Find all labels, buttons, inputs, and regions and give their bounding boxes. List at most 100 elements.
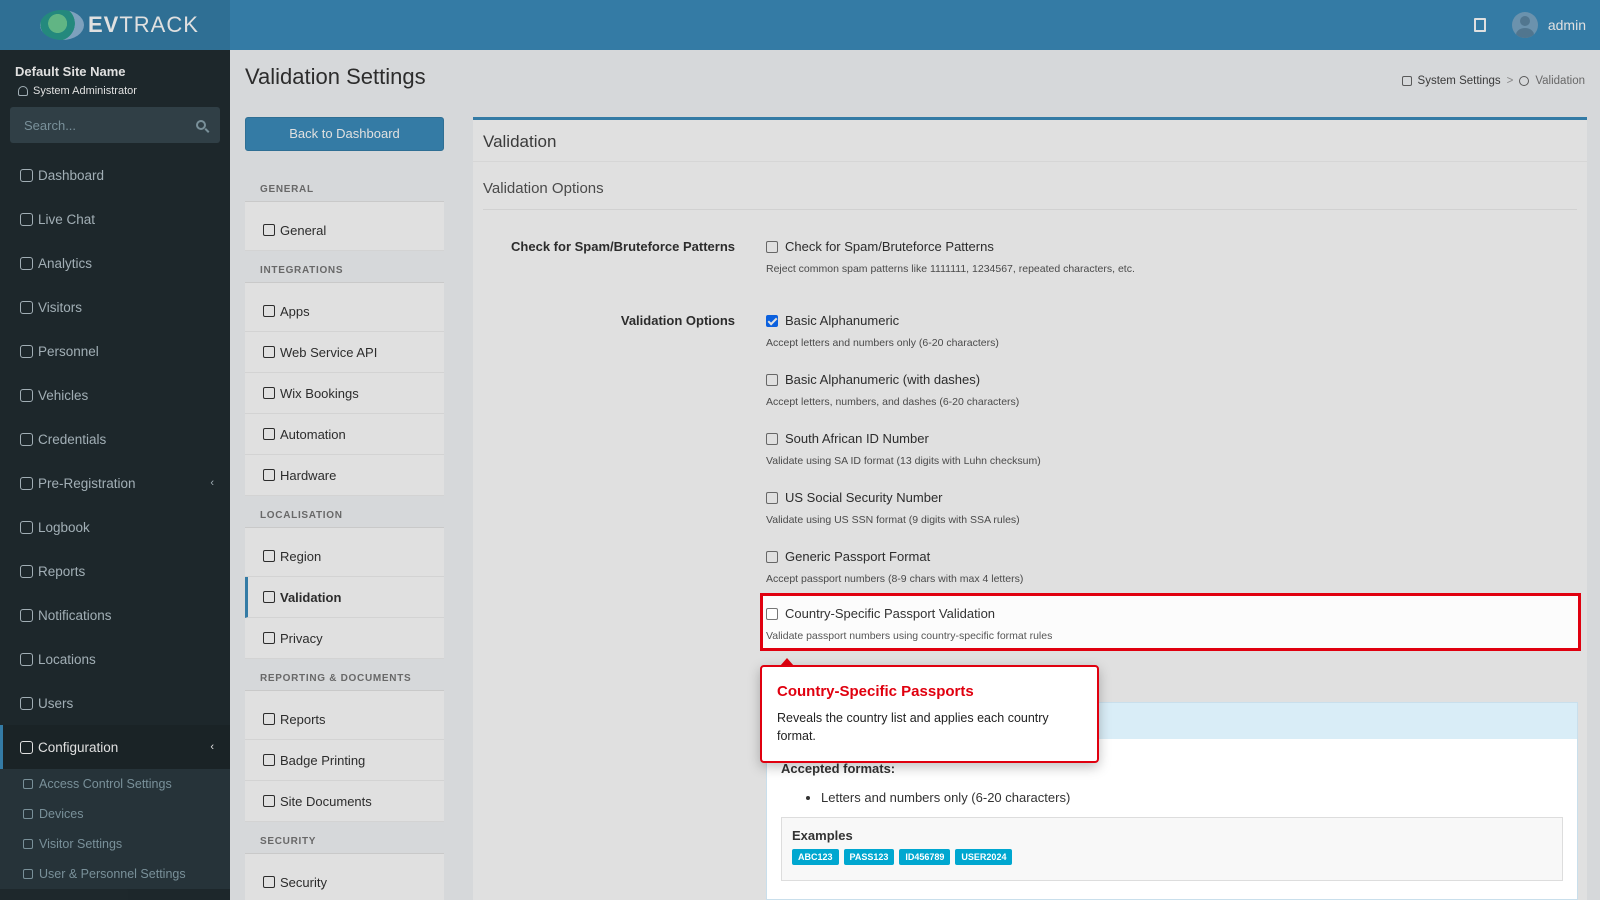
option-help: Validate using US SSN format (9 digits w… [766, 514, 1020, 526]
menu-item-region[interactable]: Region [245, 536, 444, 577]
sidebar-item-visitors[interactable]: Visitors [0, 285, 230, 329]
box-title: Validation [473, 120, 1587, 162]
option-label[interactable]: Basic Alphanumeric (with dashes) [785, 372, 980, 387]
spam-option-label[interactable]: Check for Spam/Bruteforce Patterns [785, 239, 994, 254]
menu-item-reports[interactable]: Reports [245, 699, 444, 740]
sidebar-item-reports[interactable]: Reports [0, 549, 230, 593]
menu-item-badge-printing[interactable]: Badge Printing [245, 740, 444, 781]
menu-item-security[interactable]: Security [245, 862, 444, 900]
sidebar-item-credentials[interactable]: Credentials [0, 417, 230, 461]
menu-item-general[interactable]: General [245, 210, 444, 251]
menu-header-localisation: LOCALISATION [245, 496, 444, 528]
users-icon [20, 696, 33, 710]
id-card-icon [20, 432, 33, 446]
us-ssn-checkbox[interactable] [766, 491, 778, 504]
sidebar-subitem-access-control[interactable]: Access Control Settings [0, 769, 230, 799]
dashboard-icon [20, 168, 33, 182]
sidebar-item-live-chat[interactable]: Live Chat [0, 197, 230, 241]
menu-header-integrations: INTEGRATIONS [245, 251, 444, 283]
sidebar-item-locations[interactable]: Locations [0, 637, 230, 681]
search-icon[interactable] [196, 120, 206, 130]
option-help: Accept letters and numbers only (6-20 ch… [766, 337, 999, 349]
brand-name: EVTRACK [88, 12, 199, 37]
option-alphanumeric-dashes: Basic Alphanumeric (with dashes) Accept … [766, 372, 1566, 408]
menu-item-apps[interactable]: Apps [245, 291, 444, 332]
box-subtitle: Validation Options [483, 162, 1577, 210]
generic-passport-checkbox[interactable] [766, 550, 778, 563]
breadcrumb-system-settings[interactable]: System Settings [1418, 75, 1501, 87]
tour-highlight-country-passport: Country-Specific Passport Validation Val… [760, 593, 1581, 651]
accepted-formats-title: Accepted formats: [781, 761, 896, 776]
sidebar-item-pre-registration[interactable]: Pre-Registration ‹ [0, 461, 230, 505]
sidebar-subitem-visitor-settings[interactable]: Visitor Settings [0, 829, 230, 859]
menu-item-automation[interactable]: Automation [245, 414, 444, 455]
menu-item-validation[interactable]: Validation [245, 577, 444, 618]
file-icon [263, 795, 275, 807]
search-input[interactable] [24, 117, 174, 133]
analytics-icon [20, 256, 33, 270]
chart-icon [20, 564, 33, 578]
user-tie-icon [20, 344, 33, 358]
back-to-dashboard-button[interactable]: Back to Dashboard [245, 117, 444, 151]
alphanumeric-dashes-checkbox[interactable] [766, 373, 778, 386]
basic-alphanumeric-checkbox[interactable] [766, 314, 778, 327]
option-label[interactable]: Generic Passport Format [785, 549, 930, 564]
list-icon [263, 224, 275, 236]
brand-logo-area[interactable]: EVTRACK [0, 0, 230, 50]
eye-icon [20, 300, 33, 314]
user-role: System Administrator [0, 79, 230, 97]
menu-item-web-service-api[interactable]: Web Service API [245, 332, 444, 373]
menu-item-hardware[interactable]: Hardware [245, 455, 444, 496]
spam-checkbox[interactable] [766, 240, 778, 253]
breadcrumb: System Settings > Validation [1401, 75, 1585, 87]
sidebar-subitem-user-personnel[interactable]: User & Personnel Settings [0, 859, 230, 889]
example-tag: ID456789 [899, 849, 951, 865]
menu-header-general: GENERAL [245, 170, 444, 202]
sidebar-search [10, 107, 220, 143]
printer-icon [263, 754, 275, 766]
menu-item-privacy[interactable]: Privacy [245, 618, 444, 659]
option-sa-id: South African ID Number Validate using S… [766, 431, 1566, 467]
sidebar: Default Site Name System Administrator D… [0, 50, 230, 900]
validation-options-label: Validation Options [620, 313, 735, 328]
sidebar-item-users[interactable]: Users [0, 681, 230, 725]
examples-box: Examples ABC123 PASS123 ID456789 USER202… [781, 817, 1563, 881]
menu-header-security: SECURITY [245, 822, 444, 854]
sidebar-item-logbook[interactable]: Logbook [0, 505, 230, 549]
lock-icon [23, 779, 33, 789]
book-icon[interactable] [1473, 18, 1486, 32]
sliders-icon [1401, 76, 1412, 86]
country-passport-checkbox[interactable] [766, 607, 778, 620]
sidebar-item-personnel[interactable]: Personnel [0, 329, 230, 373]
person-icon [18, 86, 28, 96]
sidebar-item-dashboard[interactable]: Dashboard [0, 153, 230, 197]
sa-id-checkbox[interactable] [766, 432, 778, 445]
example-tag: USER2024 [955, 849, 1013, 865]
option-label[interactable]: Basic Alphanumeric [785, 313, 899, 328]
menu-item-site-documents[interactable]: Site Documents [245, 781, 444, 822]
sidebar-subitem-devices[interactable]: Devices [0, 799, 230, 829]
option-label[interactable]: Country-Specific Passport Validation [785, 606, 995, 621]
option-label[interactable]: South African ID Number [785, 431, 929, 446]
avatar [1511, 12, 1538, 38]
option-us-ssn: US Social Security Number Validate using… [766, 490, 1566, 526]
user-menu[interactable]: admin [1511, 12, 1586, 38]
sidebar-item-notifications[interactable]: Notifications [0, 593, 230, 637]
eye-icon [23, 839, 33, 849]
callout-text: Reveals the country list and applies eac… [777, 711, 1049, 744]
page-title: Validation Settings [245, 64, 426, 89]
chevron-left-icon: ‹ [210, 477, 214, 489]
menu-item-wix-bookings[interactable]: Wix Bookings [245, 373, 444, 414]
top-navbar: EVTRACK admin [0, 0, 1600, 50]
headset-icon [20, 212, 33, 226]
breadcrumb-validation: Validation [1535, 75, 1585, 87]
sidebar-item-configuration[interactable]: Configuration ‹ [0, 725, 230, 769]
check-circle-icon [1519, 76, 1530, 86]
option-label[interactable]: US Social Security Number [785, 490, 943, 505]
sidebar-item-vehicles[interactable]: Vehicles [0, 373, 230, 417]
bell-icon [20, 608, 33, 622]
sidebar-item-analytics[interactable]: Analytics [0, 241, 230, 285]
bolt-icon [263, 428, 275, 440]
lock-icon [263, 876, 275, 888]
chevron-down-icon: ‹ [210, 741, 214, 753]
